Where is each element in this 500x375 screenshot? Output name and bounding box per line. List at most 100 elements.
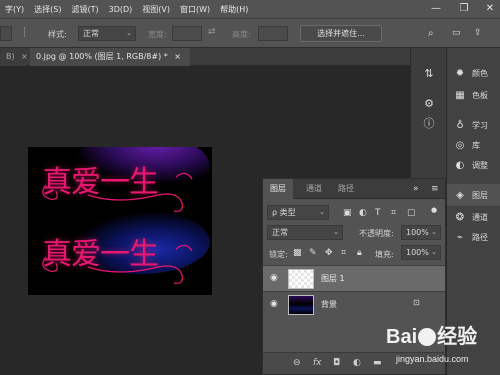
tab-previous-document[interactable]: B) ×: [0, 48, 28, 66]
maximize-button[interactable]: ❐: [452, 0, 476, 18]
fx-button[interactable]: fx: [313, 358, 322, 368]
layer-row[interactable]: ◉ 图层 1: [263, 265, 445, 291]
opacity-label: 不透明度:: [359, 229, 394, 238]
filter-pixel-icon[interactable]: ▣: [343, 208, 352, 218]
document-canvas[interactable]: 真爱一生 真爱一生: [28, 147, 212, 295]
menu-type[interactable]: 字(Y): [0, 4, 29, 15]
document-tab-row: B) × 0.jpg @ 100% (图层 1, RGB/8#) * ×: [0, 48, 410, 66]
properties-icon[interactable]: ⚙: [421, 96, 437, 112]
workspace-icon[interactable]: ▭: [452, 28, 461, 38]
filter-smart-icon[interactable]: ▢: [407, 208, 416, 218]
lock-paint-icon[interactable]: ✎: [309, 248, 317, 258]
tab-active-document[interactable]: 0.jpg @ 100% (图层 1, RGB/8#) * ×: [30, 48, 190, 66]
eye-icon[interactable]: ◉: [270, 299, 278, 309]
lock-all-icon[interactable]: 🔒︎: [357, 248, 362, 258]
lock-transparent-icon[interactable]: ▩: [293, 248, 302, 258]
panel-paths-label: 路径: [472, 232, 488, 242]
panel-color[interactable]: ✹ 颜色: [447, 62, 500, 84]
watermark-brand: Bai 经验: [386, 320, 477, 349]
menu-3d[interactable]: 3D(D): [104, 5, 138, 14]
select-and-mask-button[interactable]: 选择并遮住...: [300, 25, 382, 42]
filter-adjust-icon[interactable]: ◐: [359, 208, 367, 218]
layer-name[interactable]: 图层 1: [321, 273, 345, 284]
menu-window[interactable]: 窗口(W): [175, 4, 215, 15]
height-input[interactable]: [258, 26, 288, 41]
menu-help[interactable]: 帮助(H): [215, 4, 253, 15]
share-icon[interactable]: ⇪: [474, 28, 482, 38]
panel-layers[interactable]: ◈ 图层: [447, 184, 500, 206]
history-icon[interactable]: ⇅: [421, 66, 437, 82]
menu-filter[interactable]: 滤镜(T): [66, 4, 103, 15]
tab-active-label: 0.jpg @ 100% (图层 1, RGB/8#) *: [36, 52, 168, 61]
tab-paths[interactable]: 路径: [331, 179, 361, 199]
blend-mode-value: 正常: [272, 228, 288, 237]
panel-library[interactable]: ◎ 库: [447, 134, 500, 156]
eye-icon[interactable]: ◉: [270, 273, 278, 283]
panel-channels[interactable]: ❂ 通道: [447, 206, 500, 228]
panel-swatches[interactable]: ▦ 色板: [447, 84, 500, 106]
height-label: 高度:: [232, 30, 251, 39]
tab-previous-label: B): [6, 52, 15, 61]
filter-shape-icon[interactable]: ⌗: [391, 208, 396, 218]
chevron-down-icon: ⌄: [319, 208, 325, 216]
watermark: Bai 经验 jingyan.baidu.com: [380, 318, 500, 374]
panel-menu-icon[interactable]: ≡: [431, 184, 439, 194]
width-input[interactable]: [172, 26, 202, 41]
width-label: 宽度:: [148, 30, 167, 39]
panel-swatches-label: 色板: [472, 90, 488, 100]
link-icon[interactable]: ⊖: [293, 358, 301, 368]
layer-filter-select[interactable]: ρ 类型 ⌄: [267, 205, 329, 220]
palette-icon: ✹: [455, 67, 465, 79]
adjustment-layer-icon[interactable]: ◐: [353, 358, 361, 368]
panel-layers-label: 图层: [472, 190, 488, 200]
tab-layers[interactable]: 图层: [263, 179, 293, 199]
adjustments-icon: ◐: [455, 159, 465, 171]
lock-artboard-icon[interactable]: ⌗: [341, 248, 346, 258]
close-button[interactable]: ✕: [478, 0, 500, 18]
search-icon[interactable]: ⌕: [428, 28, 434, 39]
lock-label: 锁定:: [269, 250, 288, 259]
lightbulb-icon: ♁: [456, 119, 464, 131]
layer-row[interactable]: ◉ 背景 ⊡: [263, 291, 445, 317]
collapse-icon[interactable]: »: [413, 184, 419, 194]
style-label: 样式:: [48, 30, 67, 39]
channels-icon: ❂: [455, 211, 465, 223]
tool-preset-edge[interactable]: [0, 26, 12, 41]
panel-color-label: 颜色: [472, 68, 488, 78]
chevron-down-icon: ⌄: [333, 228, 339, 236]
style-select[interactable]: 正常 ⌄: [78, 26, 136, 41]
style-value: 正常: [83, 29, 99, 38]
opacity-value: 100%: [406, 228, 429, 237]
layer-name[interactable]: 背景: [321, 299, 337, 310]
opacity-input[interactable]: 100% ⌄: [401, 225, 441, 240]
watermark-brand-a: Bai: [386, 326, 418, 348]
layers-panel-tabs: 图层 通道 路径 » ≡: [263, 179, 445, 199]
panel-learn-label: 学习: [472, 120, 488, 130]
close-icon[interactable]: ×: [21, 52, 28, 61]
layer-thumbnail: [288, 269, 314, 289]
swap-icon[interactable]: ⇄: [208, 27, 216, 37]
panel-adjustments[interactable]: ◐ 调整: [447, 154, 500, 176]
panel-learn[interactable]: ♁ 学习: [447, 114, 500, 136]
info-icon[interactable]: ⓘ: [421, 116, 437, 132]
filter-toggle-icon[interactable]: ●: [431, 206, 437, 214]
paw-icon: [418, 328, 437, 346]
close-icon[interactable]: ×: [174, 52, 181, 61]
mask-icon[interactable]: ◘: [333, 358, 340, 368]
menu-view[interactable]: 视图(V): [137, 4, 175, 15]
menu-select[interactable]: 选择(S): [29, 4, 66, 15]
artwork-text-top: 真爱一生: [42, 165, 159, 200]
filter-type-icon[interactable]: T: [375, 208, 381, 218]
artwork-text-bottom: 真爱一生: [42, 237, 159, 272]
watermark-brand-b: 经验: [437, 326, 478, 348]
paths-icon: ⌁: [456, 231, 464, 243]
watermark-url: jingyan.baidu.com: [396, 354, 469, 364]
minimize-button[interactable]: —: [424, 0, 448, 18]
blend-mode-select[interactable]: 正常 ⌄: [267, 225, 343, 240]
lock-move-icon[interactable]: ✥: [325, 248, 333, 258]
tab-channels[interactable]: 通道: [299, 179, 329, 199]
panel-adjustments-label: 调整: [472, 160, 488, 170]
fill-input[interactable]: 100% ⌄: [401, 245, 441, 260]
separator-icon: ┆: [22, 28, 28, 38]
panel-paths[interactable]: ⌁ 路径: [447, 226, 500, 248]
